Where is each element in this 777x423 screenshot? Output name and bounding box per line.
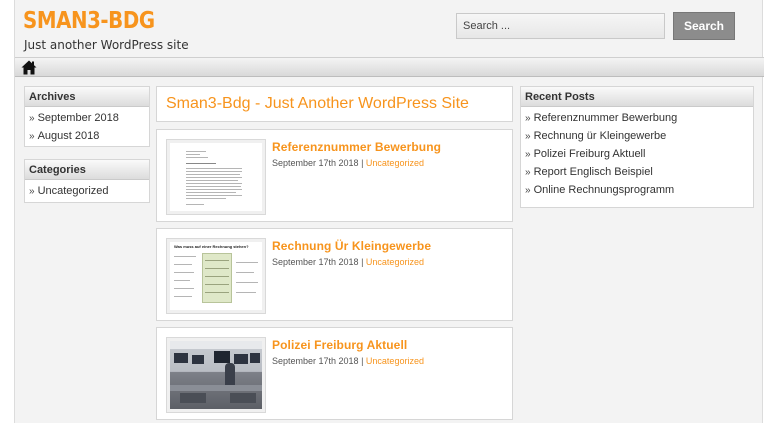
post-title[interactable]: Polizei Freiburg Aktuell (272, 338, 407, 352)
post-thumbnail[interactable] (166, 337, 266, 413)
post-card: Was muss auf einer Rechnung stehen? Rech (156, 228, 513, 321)
arrow-icon: » (525, 167, 531, 178)
recent-post-item[interactable]: » Referenznummer Bewerbung (525, 110, 753, 128)
meta-separator: | (358, 257, 366, 267)
main-heading-box: Sman3-Bdg - Just Another WordPress Site (156, 86, 513, 122)
arrow-icon: » (29, 131, 35, 142)
recent-post-link[interactable]: Rechnung ür Kleingewerbe (534, 130, 667, 142)
recent-post-link[interactable]: Online Rechnungsprogramm (534, 184, 675, 196)
archive-item[interactable]: » August 2018 (29, 128, 149, 146)
post-category-link[interactable]: Uncategorized (366, 158, 424, 168)
post-card: Polizei Freiburg Aktuell September 17th … (156, 327, 513, 420)
archive-link[interactable]: September 2018 (38, 112, 119, 124)
page-title: Sman3-Bdg - Just Another WordPress Site (166, 95, 469, 112)
recent-post-item[interactable]: » Polizei Freiburg Aktuell (525, 146, 753, 164)
recent-post-link[interactable]: Report Englisch Beispiel (534, 166, 653, 178)
archives-widget: Archives » September 2018 » August 2018 (24, 86, 150, 147)
arrow-icon: » (525, 149, 531, 160)
invoice-thumbnail-image: Was muss auf einer Rechnung stehen? (170, 242, 262, 310)
post-date: September 17th 2018 (272, 356, 359, 366)
thumbnail-heading: Was muss auf einer Rechnung stehen? (174, 244, 249, 249)
meta-separator: | (358, 356, 366, 366)
archives-heading: Archives (25, 87, 149, 107)
post-title[interactable]: Rechnung Ür Kleingewerbe (272, 239, 431, 253)
meta-separator: | (358, 158, 366, 168)
arrow-icon: » (525, 131, 531, 142)
post-date: September 17th 2018 (272, 158, 359, 168)
recent-posts-heading: Recent Posts (521, 87, 753, 107)
document-thumbnail-image (170, 143, 262, 211)
post-date: September 17th 2018 (272, 257, 359, 267)
category-link[interactable]: Uncategorized (38, 185, 109, 197)
recent-posts-widget: Recent Posts » Referenznummer Bewerbung »… (520, 86, 754, 208)
recent-post-item[interactable]: » Report Englisch Beispiel (525, 164, 753, 182)
site-title[interactable]: SMAN3-BDG (23, 8, 155, 34)
page-frame: SMAN3-BDG Just another WordPress site Se… (14, 0, 764, 423)
recent-post-link[interactable]: Polizei Freiburg Aktuell (534, 148, 646, 160)
category-item[interactable]: » Uncategorized (29, 183, 149, 201)
post-meta: September 17th 2018 | Uncategorized (272, 257, 424, 267)
search-input[interactable] (456, 13, 665, 39)
recent-post-link[interactable]: Referenznummer Bewerbung (534, 112, 678, 124)
post-category-link[interactable]: Uncategorized (366, 356, 424, 366)
recent-post-item[interactable]: » Online Rechnungsprogramm (525, 182, 753, 200)
post-card: Referenznummer Bewerbung September 17th … (156, 129, 513, 222)
post-meta: September 17th 2018 | Uncategorized (272, 158, 424, 168)
arrow-icon: » (525, 113, 531, 124)
arrow-icon: » (29, 186, 35, 197)
home-icon[interactable] (21, 60, 37, 75)
categories-heading: Categories (25, 160, 149, 180)
office-photo-thumbnail-image (170, 341, 262, 409)
recent-post-item[interactable]: » Rechnung ür Kleingewerbe (525, 128, 753, 146)
arrow-icon: » (525, 185, 531, 196)
archive-link[interactable]: August 2018 (38, 130, 100, 142)
post-meta: September 17th 2018 | Uncategorized (272, 356, 424, 366)
arrow-icon: » (29, 113, 35, 124)
post-thumbnail[interactable]: Was muss auf einer Rechnung stehen? (166, 238, 266, 314)
archive-item[interactable]: » September 2018 (29, 110, 149, 128)
post-title[interactable]: Referenznummer Bewerbung (272, 140, 441, 154)
post-category-link[interactable]: Uncategorized (366, 257, 424, 267)
post-thumbnail[interactable] (166, 139, 266, 215)
categories-widget: Categories » Uncategorized (24, 159, 150, 203)
site-description: Just another WordPress site (24, 38, 189, 52)
search-button[interactable]: Search (673, 12, 735, 40)
nav-bar (15, 57, 764, 77)
